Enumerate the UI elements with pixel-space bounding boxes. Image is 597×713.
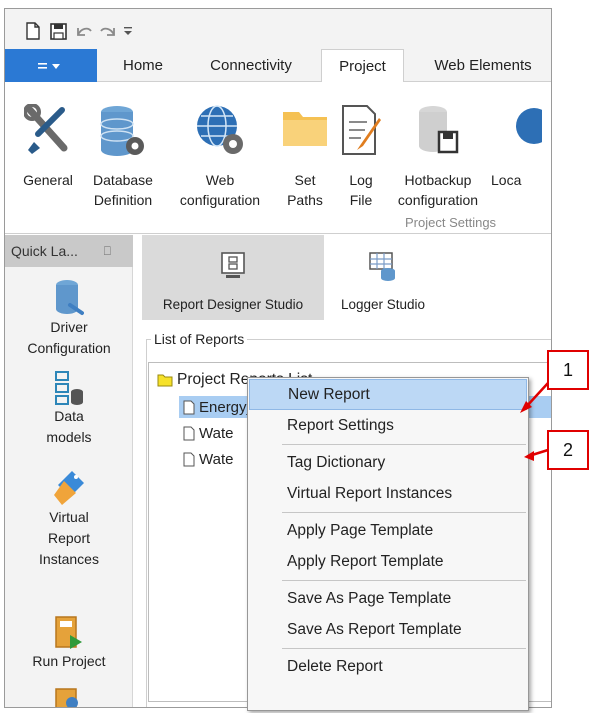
- driver-config-icon: [56, 280, 84, 315]
- tree-item-label: Wate: [199, 424, 234, 442]
- hotbackup-configuration-label: Hotbackup configuration: [397, 172, 479, 208]
- sidebar-label-run-project: Run Project: [32, 653, 106, 669]
- log-file-icon: [342, 105, 381, 155]
- report-file-icon: [183, 426, 195, 440]
- report-designer-icon: [221, 252, 245, 278]
- undo-icon[interactable]: [75, 21, 93, 41]
- menu-item-save-as-page-template[interactable]: Save As Page Template: [249, 583, 527, 614]
- run-project-icon: [55, 616, 82, 649]
- quick-launch-panel: Quick La... ⎕ Driver Configuration Data …: [5, 235, 133, 707]
- studio-toolbar: Report Designer Studio Logger Studio: [134, 235, 551, 320]
- web-configuration-label: Web configuration: [179, 172, 261, 208]
- menu-item-new-report[interactable]: New Report: [249, 379, 527, 410]
- menu-separator: [282, 444, 526, 445]
- logger-studio-icon: [369, 252, 395, 281]
- data-models-icon: [55, 371, 83, 405]
- callout-1: 1: [547, 350, 589, 390]
- log-file-label: Log File: [349, 172, 373, 208]
- customize-icon[interactable]: [123, 21, 133, 41]
- tree-item-label: Wate: [199, 450, 234, 468]
- set-paths-button[interactable]: Set Paths: [277, 82, 333, 232]
- general-button[interactable]: General: [13, 82, 83, 232]
- globe-icon: [516, 108, 543, 144]
- virtual-instances-icon: [54, 471, 84, 505]
- menu-icon: [38, 62, 60, 69]
- report-file-icon: [183, 452, 195, 466]
- callout-2: 2: [547, 430, 589, 470]
- localization-label: Loca: [491, 172, 522, 188]
- sidebar-item-run-project[interactable]: Run Project: [5, 615, 133, 672]
- menu-item-report-settings[interactable]: Report Settings: [249, 410, 527, 441]
- log-file-button[interactable]: Log File: [337, 82, 385, 232]
- menu-item-virtual-report-instances[interactable]: Virtual Report Instances: [249, 478, 527, 509]
- quick-launch-title: Quick La...: [11, 243, 78, 259]
- sidebar-label-virtual-report-instances: Virtual Report Instances: [39, 509, 99, 567]
- new-document-icon[interactable]: [25, 21, 41, 41]
- menu-item-tag-dictionary[interactable]: Tag Dictionary: [249, 447, 527, 478]
- globe-gear-icon: [197, 105, 243, 154]
- project-icon: [55, 688, 78, 707]
- sidebar-item-virtual-report-instances[interactable]: Virtual Report Instances: [5, 469, 133, 570]
- tab-home[interactable]: Home: [105, 49, 181, 82]
- logger-studio-label: Logger Studio: [340, 297, 426, 312]
- hotbackup-configuration-button[interactable]: Hotbackup configuration: [393, 82, 483, 232]
- menu-separator: [282, 580, 526, 581]
- folder-icon: [157, 374, 173, 386]
- menu-separator: [282, 648, 526, 649]
- menu-item-save-as-report-template[interactable]: Save As Report Template: [249, 614, 527, 645]
- file-menu-button[interactable]: [5, 49, 97, 82]
- general-label: General: [23, 172, 73, 188]
- redo-icon[interactable]: [99, 21, 117, 41]
- menu-item-apply-page-template[interactable]: Apply Page Template: [249, 515, 527, 546]
- tab-project[interactable]: Project: [321, 49, 404, 83]
- tree-item-water-report-2[interactable]: Wate: [183, 448, 233, 470]
- sidebar-label-data-models: Data models: [46, 408, 92, 445]
- database-definition-label: Database Definition: [93, 172, 153, 208]
- report-designer-studio-label: Report Designer Studio: [162, 297, 304, 312]
- tree-item-water-report-1[interactable]: Wate: [183, 422, 233, 444]
- ribbon-tabs: Home Connectivity Project Web Elements: [5, 49, 551, 83]
- logger-studio-button[interactable]: Logger Studio: [328, 235, 438, 320]
- set-paths-label: Set Paths: [287, 172, 323, 208]
- quick-access-toolbar: [5, 9, 551, 49]
- folder-icon: [283, 112, 327, 146]
- database-definition-button[interactable]: Database Definition: [83, 82, 163, 232]
- tab-web-elements[interactable]: Web Elements: [415, 49, 551, 82]
- web-configuration-button[interactable]: Web configuration: [165, 82, 275, 232]
- localization-button[interactable]: Loca: [485, 82, 551, 232]
- ribbon-group-label: Project Settings: [405, 215, 497, 230]
- report-file-icon: [183, 400, 195, 414]
- report-context-menu: New Report Report Settings Tag Dictionar…: [247, 377, 529, 711]
- sidebar-item-data-models[interactable]: Data models: [5, 370, 133, 448]
- report-designer-studio-button[interactable]: Report Designer Studio: [142, 235, 324, 320]
- sidebar-item-next[interactable]: [5, 687, 133, 707]
- database-gear-icon: [100, 106, 144, 156]
- save-icon[interactable]: [49, 21, 67, 41]
- sidebar-label-driver-configuration: Driver Configuration: [27, 319, 111, 356]
- sidebar-item-driver-configuration[interactable]: Driver Configuration: [5, 279, 133, 359]
- ribbon-project-settings: General Database Definition Web configur…: [5, 82, 551, 234]
- quick-launch-header: Quick La... ⎕: [5, 235, 133, 267]
- list-of-reports-legend: List of Reports: [151, 331, 248, 347]
- tools-icon: [24, 104, 68, 154]
- pin-icon[interactable]: ⎕: [104, 235, 111, 267]
- tab-connectivity[interactable]: Connectivity: [189, 49, 313, 82]
- menu-separator: [282, 512, 526, 513]
- menu-item-apply-report-template[interactable]: Apply Report Template: [249, 546, 527, 577]
- hotbackup-icon: [419, 106, 459, 154]
- callout-arrows: [520, 382, 549, 461]
- menu-item-delete-report[interactable]: Delete Report: [249, 651, 527, 682]
